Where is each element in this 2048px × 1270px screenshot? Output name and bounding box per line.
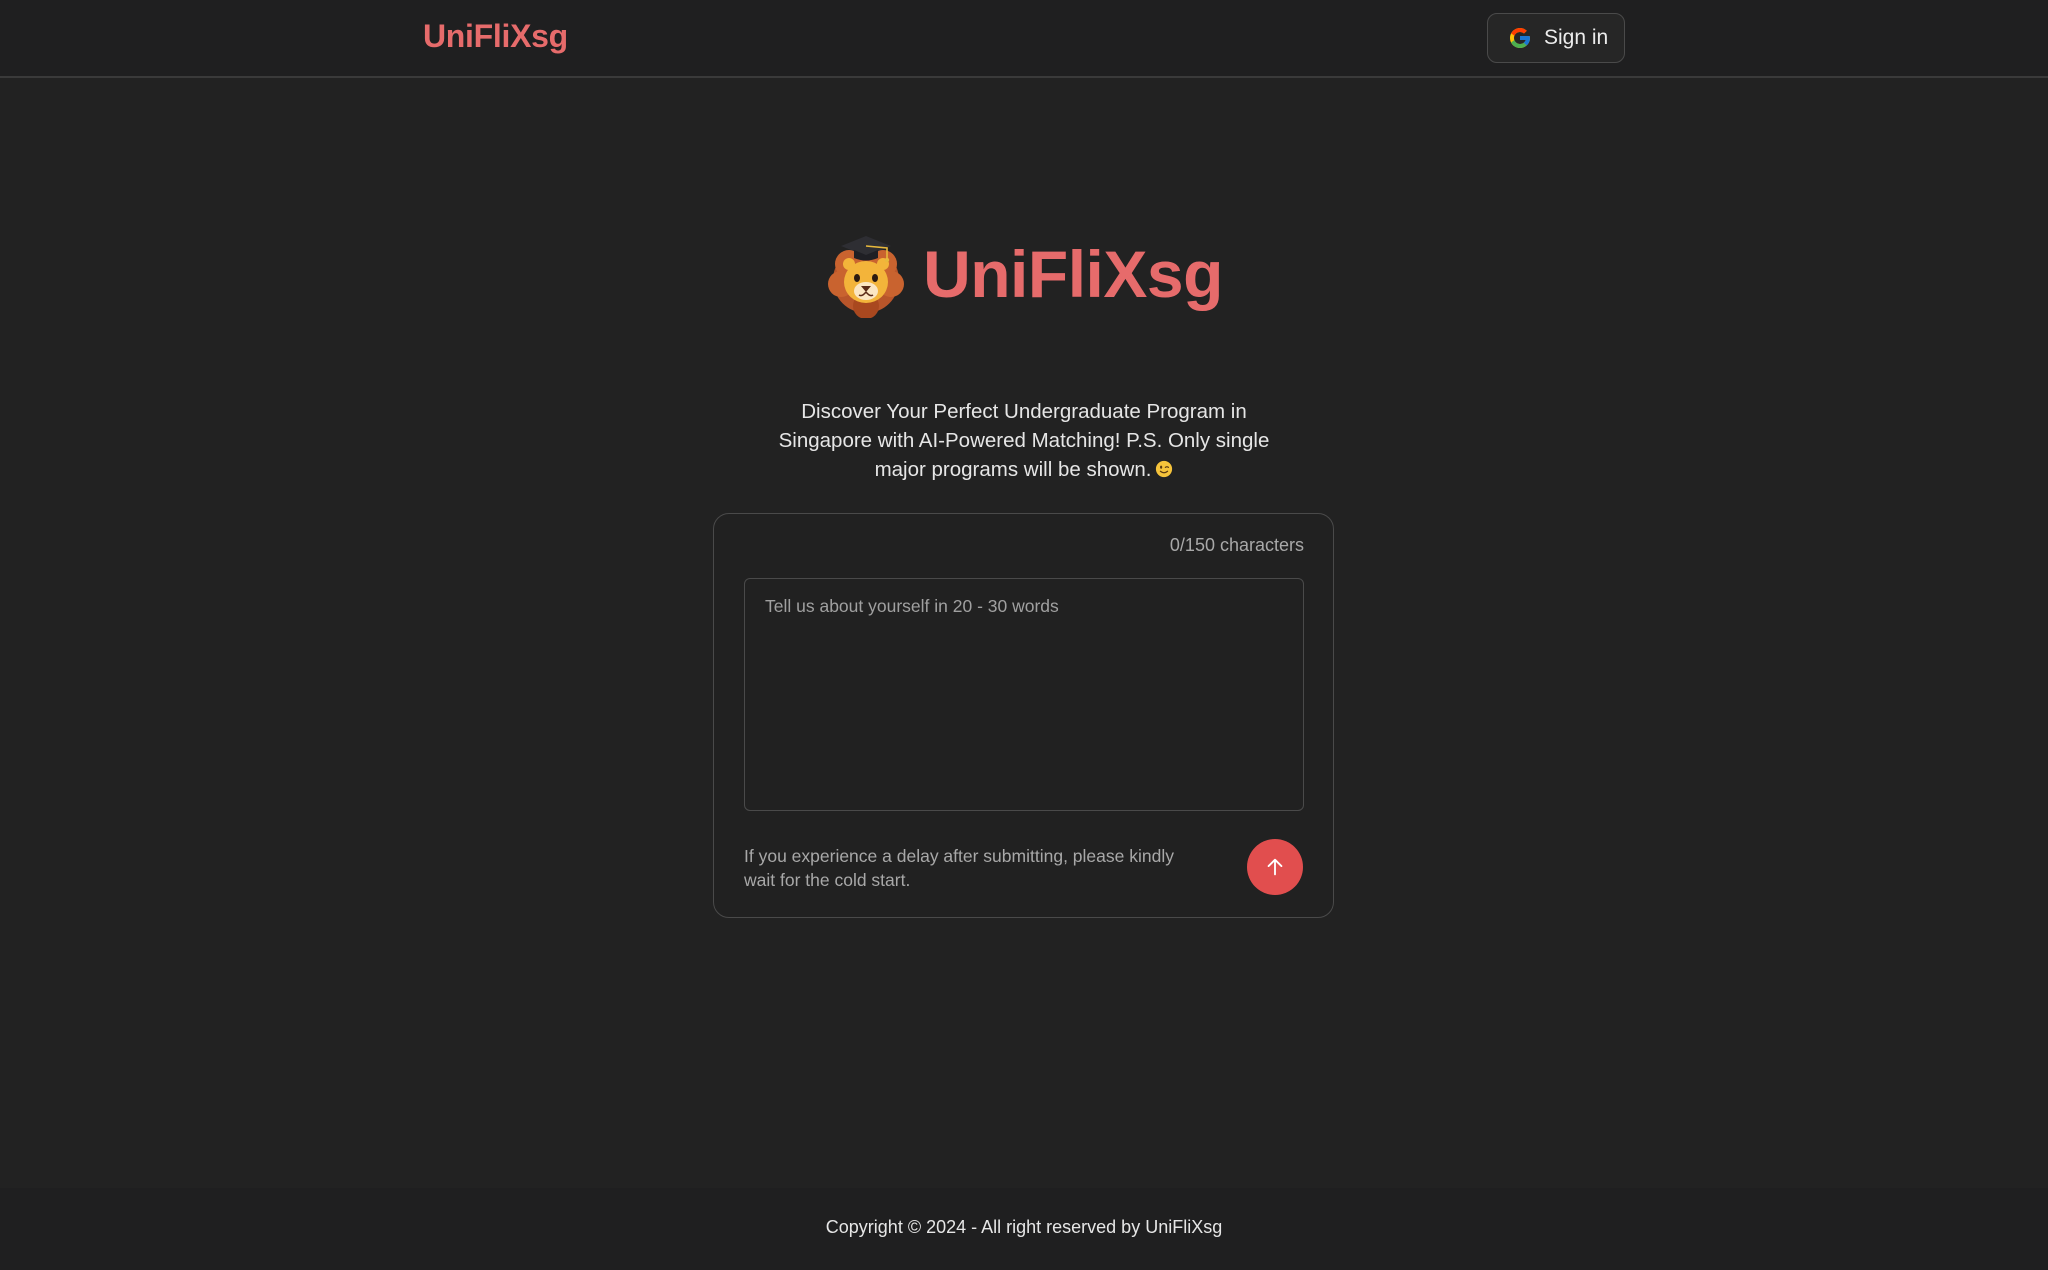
char-count: 0/150 characters — [1169, 535, 1304, 555]
delay-note: If you experience a delay after submitti… — [744, 846, 1174, 890]
nav-brand-link[interactable]: UniFliXsg — [423, 18, 568, 55]
submit-button[interactable] — [1247, 839, 1303, 895]
google-icon — [1510, 28, 1530, 48]
about-yourself-textarea[interactable] — [744, 578, 1304, 811]
hero-subtitle: Discover Your Perfect Undergraduate Prog… — [764, 397, 1284, 484]
sign-in-label: Sign in — [1544, 26, 1609, 49]
navbar: UniFliXsg Sign in — [0, 0, 2048, 78]
lion-graduate-icon — [828, 236, 905, 318]
winking-face-icon — [1156, 460, 1173, 477]
hero-title: UniFliXsg — [923, 237, 1223, 311]
sign-in-button[interactable]: Sign in — [1487, 13, 1625, 63]
arrow-up-icon — [1267, 858, 1283, 876]
hero-subtitle-text: Discover Your Perfect Undergraduate Prog… — [778, 399, 1270, 481]
hero: UniFliXsg — [0, 230, 2048, 318]
copyright-text: Copyright © 2024 - All right reserved by… — [825, 1216, 1223, 1237]
input-card: 0/150 characters If you experience a del… — [713, 513, 1334, 918]
footer: Copyright © 2024 - All right reserved by… — [0, 1188, 2048, 1270]
